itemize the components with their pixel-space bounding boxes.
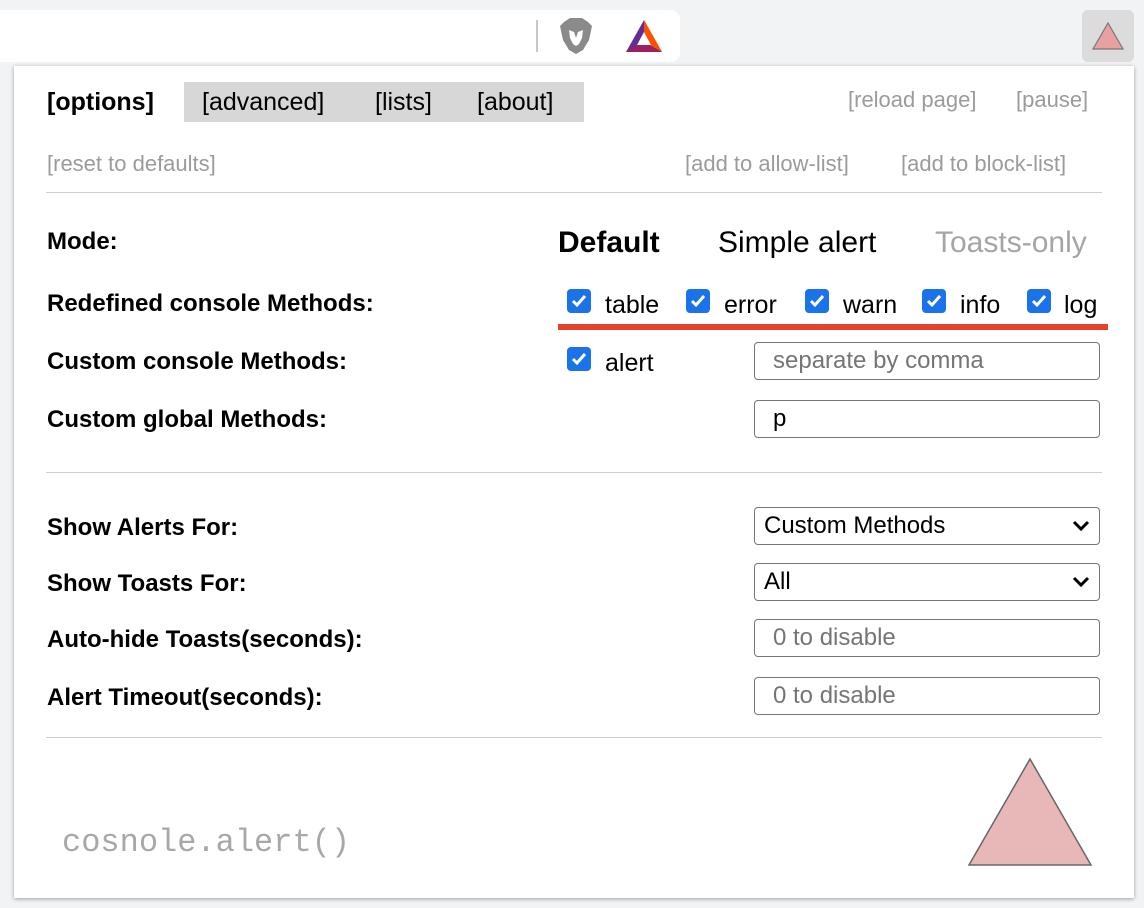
address-bar-divider: [536, 20, 538, 52]
add-block-list-link[interactable]: [add to block-list]: [901, 151, 1066, 177]
checkbox-error[interactable]: [686, 289, 710, 313]
tab-lists[interactable]: [lists]: [375, 88, 432, 117]
brave-lion-icon[interactable]: [558, 16, 594, 56]
tab-about[interactable]: [about]: [477, 88, 553, 117]
mode-default-option[interactable]: Default: [558, 226, 660, 260]
chevron-down-icon: [1072, 520, 1090, 532]
footer-code-text: cosnole.alert(): [62, 824, 351, 861]
checkbox-warn[interactable]: [805, 289, 829, 313]
alert-timeout-label: Alert Timeout(seconds):: [47, 684, 323, 711]
autohide-input[interactable]: [754, 619, 1100, 657]
extension-triangle-icon: [1092, 22, 1124, 50]
checkbox-alert-label: alert: [605, 349, 654, 377]
reset-defaults-link[interactable]: [reset to defaults]: [47, 151, 216, 177]
checkmark-icon: [1031, 295, 1047, 308]
checkmark-icon: [690, 295, 706, 308]
alert-timeout-input[interactable]: [754, 677, 1100, 715]
redefined-methods-label: Redefined console Methods:: [47, 290, 374, 317]
reload-page-link[interactable]: [reload page]: [848, 87, 976, 113]
bat-triangle-icon[interactable]: [624, 18, 664, 54]
divider: [46, 737, 1102, 738]
divider: [46, 192, 1102, 193]
checkmark-icon: [926, 295, 942, 308]
show-toasts-value: All: [764, 568, 791, 595]
checkmark-icon: [571, 295, 587, 308]
custom-global-label: Custom global Methods:: [47, 406, 327, 433]
checkbox-error-label: error: [724, 291, 777, 319]
checkbox-info[interactable]: [922, 289, 946, 313]
chevron-down-icon: [1072, 576, 1090, 588]
custom-console-label: Custom console Methods:: [47, 348, 348, 375]
tab-advanced[interactable]: [advanced]: [202, 88, 324, 117]
show-alerts-select[interactable]: Custom Methods: [754, 507, 1100, 545]
custom-global-input[interactable]: [754, 400, 1100, 438]
mode-simple-alert-option[interactable]: Simple alert: [718, 226, 876, 260]
extension-popup: [options] [advanced] [lists] [about] [re…: [14, 66, 1134, 898]
custom-console-input[interactable]: [754, 342, 1100, 380]
show-alerts-value: Custom Methods: [764, 512, 946, 539]
checkbox-warn-label: warn: [843, 291, 898, 319]
checkmark-icon: [809, 295, 825, 308]
show-toasts-label: Show Toasts For:: [47, 570, 247, 597]
divider: [46, 472, 1102, 473]
triangle-logo-icon: [967, 757, 1093, 866]
highlight-underline: [558, 324, 1108, 330]
tab-options[interactable]: [options]: [47, 88, 154, 117]
checkbox-table-label: table: [605, 291, 660, 319]
browser-toolbar: [0, 0, 1144, 70]
checkmark-icon: [571, 353, 587, 366]
checkbox-log[interactable]: [1027, 289, 1051, 313]
autohide-label: Auto-hide Toasts(seconds):: [47, 626, 363, 653]
checkbox-log-label: log: [1064, 291, 1098, 319]
pause-link[interactable]: [pause]: [1016, 87, 1088, 113]
checkbox-alert[interactable]: [567, 347, 591, 371]
mode-label: Mode:: [47, 228, 118, 255]
extension-button[interactable]: [1082, 10, 1134, 62]
checkbox-table[interactable]: [567, 289, 591, 313]
show-alerts-label: Show Alerts For:: [47, 514, 239, 541]
show-toasts-select[interactable]: All: [754, 563, 1100, 601]
checkbox-info-label: info: [960, 291, 1001, 319]
mode-toasts-only-option[interactable]: Toasts-only: [935, 226, 1087, 260]
add-allow-list-link[interactable]: [add to allow-list]: [685, 151, 849, 177]
